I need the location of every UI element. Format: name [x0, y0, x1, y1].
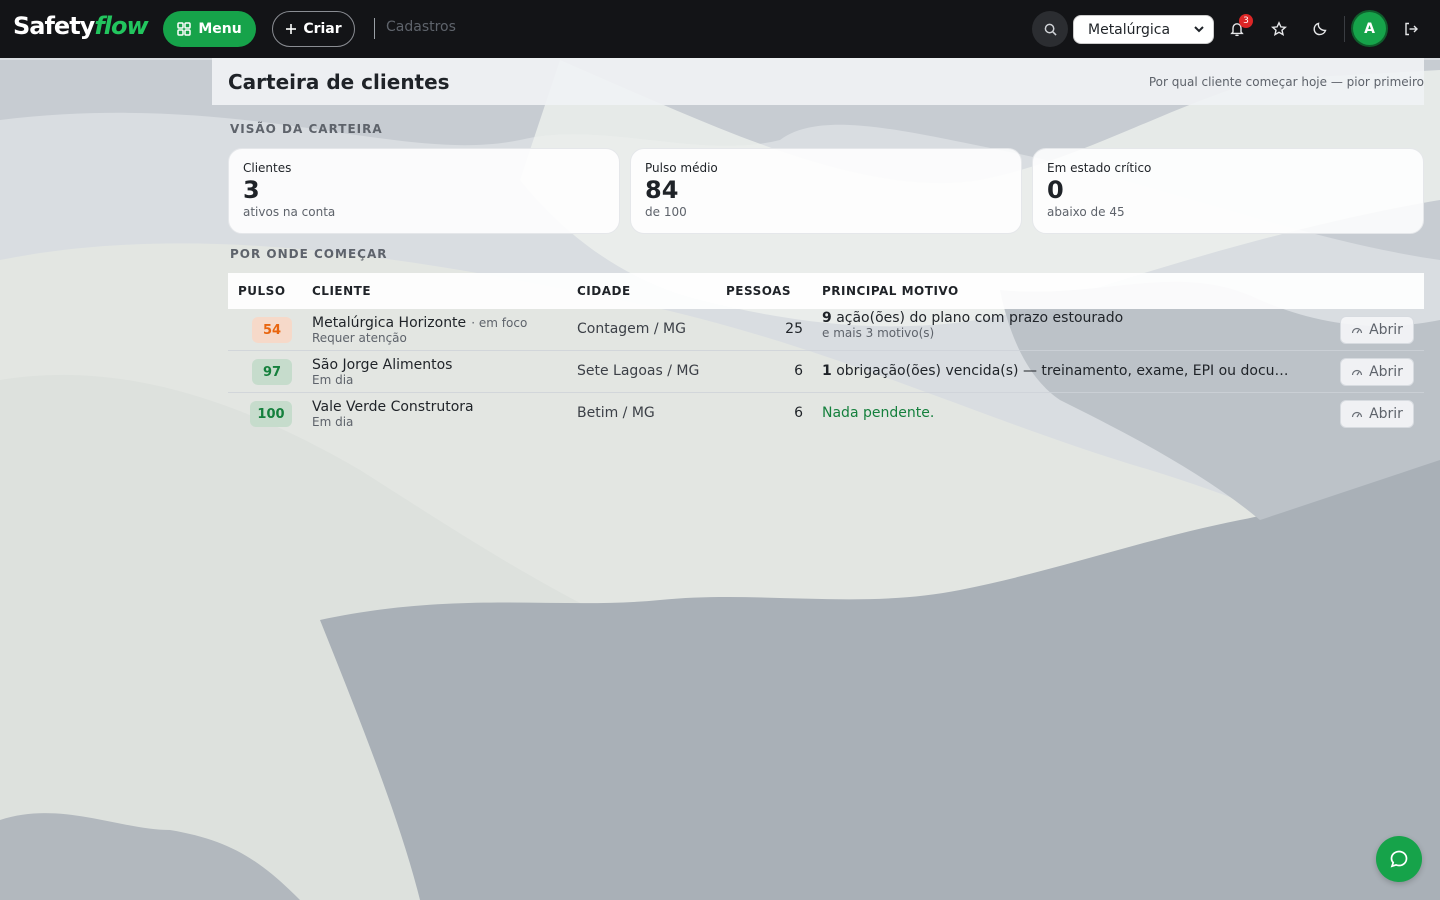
- motive-text: ação(ões) do plano com prazo estourado: [831, 310, 1124, 326]
- card-clients: Clientes 3 ativos na conta: [228, 148, 620, 234]
- motive-count: 1: [822, 363, 832, 379]
- card-value: 0: [1047, 176, 1064, 204]
- header-client[interactable]: CLIENTE: [312, 284, 371, 298]
- company-select[interactable]: Metalúrgica: [1073, 15, 1214, 44]
- search-icon: [1044, 23, 1057, 36]
- card-value: 84: [645, 176, 679, 204]
- pulse-badge: 54: [252, 317, 292, 343]
- card-title: Em estado crítico: [1047, 161, 1152, 175]
- moon-icon: [1313, 22, 1327, 36]
- pulse-badge: 100: [250, 401, 292, 427]
- client-name[interactable]: Vale Verde Construtora: [312, 399, 474, 415]
- header-city[interactable]: CIDADE: [577, 284, 631, 298]
- favorites-button[interactable]: [1268, 18, 1290, 40]
- header-motive[interactable]: PRINCIPAL MOTIVO: [822, 284, 959, 298]
- gauge-icon: [1351, 327, 1363, 334]
- motive-count: 9: [822, 310, 832, 326]
- open-label: Abrir: [1369, 322, 1403, 338]
- client-status: Em dia: [312, 373, 354, 387]
- motive-more: e mais 3 motivo(s): [822, 326, 935, 340]
- theme-toggle-button[interactable]: [1309, 18, 1331, 40]
- card-value: 3: [243, 176, 260, 204]
- user-avatar[interactable]: A: [1353, 12, 1386, 45]
- create-label: Criar: [303, 21, 342, 37]
- client-people: 25: [785, 321, 803, 337]
- page-title: Carteira de clientes: [228, 69, 450, 94]
- table-row[interactable]: 54 Metalúrgica Horizonte · em foco Reque…: [228, 309, 1424, 351]
- client-people: 6: [794, 405, 803, 421]
- grid-icon: [177, 22, 192, 36]
- open-label: Abrir: [1369, 364, 1403, 380]
- menu-button[interactable]: Menu: [163, 11, 256, 47]
- chat-icon: [1390, 850, 1408, 868]
- open-client-button[interactable]: Abrir: [1340, 400, 1414, 428]
- open-client-button[interactable]: Abrir: [1340, 316, 1414, 344]
- client-status: Requer atenção: [312, 331, 407, 345]
- chevron-down-icon: [1194, 26, 1204, 33]
- client-city: Betim / MG: [577, 405, 655, 421]
- open-label: Abrir: [1369, 406, 1403, 422]
- main-motive: 1 obrigação(ões) vencida(s) — treinament…: [822, 363, 1292, 379]
- star-icon: [1271, 21, 1287, 37]
- brand-logo[interactable]: Safetyflow: [13, 12, 149, 40]
- clients-table: PULSO CLIENTE CIDADE PESSOAS PRINCIPAL M…: [228, 273, 1424, 435]
- gauge-icon: [1351, 369, 1363, 376]
- client-status: Em dia: [312, 415, 354, 429]
- table-header: PULSO CLIENTE CIDADE PESSOAS PRINCIPAL M…: [228, 273, 1424, 309]
- overview-cards: Clientes 3 ativos na conta Pulso médio 8…: [228, 148, 1424, 234]
- start-label: POR ONDE COMEÇAR: [230, 247, 388, 261]
- create-button[interactable]: Criar: [272, 11, 355, 47]
- search-button[interactable]: [1032, 11, 1068, 47]
- header-people[interactable]: PESSOAS: [726, 284, 791, 298]
- card-subtext: de 100: [645, 205, 687, 219]
- client-name[interactable]: São Jorge Alimentos: [312, 357, 452, 373]
- client-name[interactable]: Metalúrgica Horizonte: [312, 315, 466, 331]
- main-motive: Nada pendente.: [822, 405, 935, 421]
- company-select-value: Metalúrgica: [1088, 21, 1171, 38]
- client-people: 6: [794, 363, 803, 379]
- page-subtitle: Por qual cliente começar hoje — pior pri…: [1148, 74, 1424, 89]
- main-motive: 9 ação(ões) do plano com prazo estourado: [822, 310, 1322, 326]
- logout-button[interactable]: [1400, 18, 1422, 40]
- card-title: Pulso médio: [645, 161, 718, 175]
- table-row[interactable]: 100 Vale Verde Construtora Em dia Betim …: [228, 393, 1424, 435]
- breadcrumb[interactable]: Cadastros: [386, 19, 456, 35]
- card-subtext: abaixo de 45: [1047, 205, 1125, 219]
- card-title: Clientes: [243, 161, 292, 175]
- page-header: Carteira de clientes Por qual cliente co…: [212, 58, 1424, 105]
- overview-label: VISÃO DA CARTEIRA: [230, 122, 383, 136]
- card-subtext: ativos na conta: [243, 205, 336, 219]
- plus-icon: [286, 24, 297, 34]
- background-landscape: [0, 0, 1440, 900]
- client-city: Sete Lagoas / MG: [577, 363, 700, 379]
- top-bar: Safetyflow Menu Criar Cadastros Metalúrg…: [0, 0, 1440, 58]
- header-pulse[interactable]: PULSO: [238, 284, 286, 298]
- toolbar-separator: [1344, 16, 1345, 42]
- menu-label: Menu: [198, 21, 242, 37]
- main-content: Carteira de clientes Por qual cliente co…: [212, 58, 1424, 429]
- client-city: Contagem / MG: [577, 321, 686, 337]
- pulse-badge: 97: [252, 359, 292, 385]
- gauge-icon: [1351, 411, 1363, 418]
- chat-button[interactable]: [1376, 836, 1422, 882]
- breadcrumb-divider: [374, 18, 375, 39]
- card-critical: Em estado crítico 0 abaixo de 45: [1032, 148, 1424, 234]
- motive-text: obrigação(ões) vencida(s) — treinamento,…: [831, 363, 1292, 379]
- focus-tag: · em foco: [471, 316, 528, 330]
- table-row[interactable]: 97 São Jorge Alimentos Em dia Sete Lagoa…: [228, 351, 1424, 393]
- open-client-button[interactable]: Abrir: [1340, 358, 1414, 386]
- notification-badge: 3: [1239, 14, 1253, 28]
- logout-icon: [1405, 22, 1418, 36]
- card-average-pulse: Pulso médio 84 de 100: [630, 148, 1022, 234]
